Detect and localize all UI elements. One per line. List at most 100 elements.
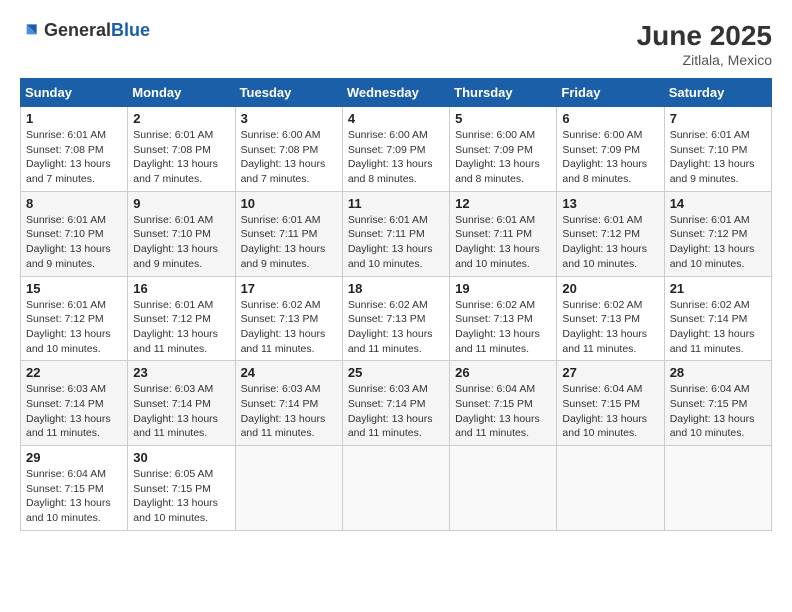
- calendar-cell: 22 Sunrise: 6:03 AM Sunset: 7:14 PM Dayl…: [21, 361, 128, 446]
- day-info: Sunrise: 6:04 AM Sunset: 7:15 PM Dayligh…: [670, 382, 766, 441]
- day-info: Sunrise: 6:01 AM Sunset: 7:12 PM Dayligh…: [133, 298, 229, 357]
- day-number: 29: [26, 450, 122, 465]
- calendar-cell: 26 Sunrise: 6:04 AM Sunset: 7:15 PM Dayl…: [450, 361, 557, 446]
- logo-blue: Blue: [111, 20, 150, 40]
- day-info: Sunrise: 6:01 AM Sunset: 7:12 PM Dayligh…: [26, 298, 122, 357]
- day-info: Sunrise: 6:01 AM Sunset: 7:12 PM Dayligh…: [562, 213, 658, 272]
- calendar-cell: 15 Sunrise: 6:01 AM Sunset: 7:12 PM Dayl…: [21, 276, 128, 361]
- calendar-week-row: 15 Sunrise: 6:01 AM Sunset: 7:12 PM Dayl…: [21, 276, 772, 361]
- day-number: 6: [562, 111, 658, 126]
- day-number: 22: [26, 365, 122, 380]
- calendar-cell: 11 Sunrise: 6:01 AM Sunset: 7:11 PM Dayl…: [342, 191, 449, 276]
- day-info: Sunrise: 6:01 AM Sunset: 7:11 PM Dayligh…: [455, 213, 551, 272]
- day-number: 2: [133, 111, 229, 126]
- calendar-cell: 25 Sunrise: 6:03 AM Sunset: 7:14 PM Dayl…: [342, 361, 449, 446]
- day-info: Sunrise: 6:03 AM Sunset: 7:14 PM Dayligh…: [241, 382, 337, 441]
- day-info: Sunrise: 6:00 AM Sunset: 7:09 PM Dayligh…: [348, 128, 444, 187]
- weekday-header-thursday: Thursday: [450, 79, 557, 107]
- calendar-week-row: 8 Sunrise: 6:01 AM Sunset: 7:10 PM Dayli…: [21, 191, 772, 276]
- calendar-cell: 24 Sunrise: 6:03 AM Sunset: 7:14 PM Dayl…: [235, 361, 342, 446]
- month-year-title: June 2025: [637, 20, 772, 52]
- day-info: Sunrise: 6:02 AM Sunset: 7:13 PM Dayligh…: [241, 298, 337, 357]
- calendar-cell: [342, 446, 449, 531]
- day-number: 12: [455, 196, 551, 211]
- day-info: Sunrise: 6:00 AM Sunset: 7:09 PM Dayligh…: [455, 128, 551, 187]
- day-info: Sunrise: 6:05 AM Sunset: 7:15 PM Dayligh…: [133, 467, 229, 526]
- calendar-table: SundayMondayTuesdayWednesdayThursdayFrid…: [20, 78, 772, 531]
- calendar-cell: [450, 446, 557, 531]
- calendar-cell: 12 Sunrise: 6:01 AM Sunset: 7:11 PM Dayl…: [450, 191, 557, 276]
- calendar-cell: 14 Sunrise: 6:01 AM Sunset: 7:12 PM Dayl…: [664, 191, 771, 276]
- logo-text: GeneralBlue: [44, 20, 150, 41]
- calendar-cell: 28 Sunrise: 6:04 AM Sunset: 7:15 PM Dayl…: [664, 361, 771, 446]
- calendar-cell: [557, 446, 664, 531]
- day-info: Sunrise: 6:01 AM Sunset: 7:10 PM Dayligh…: [26, 213, 122, 272]
- calendar-cell: 8 Sunrise: 6:01 AM Sunset: 7:10 PM Dayli…: [21, 191, 128, 276]
- day-info: Sunrise: 6:01 AM Sunset: 7:12 PM Dayligh…: [670, 213, 766, 272]
- day-number: 26: [455, 365, 551, 380]
- day-number: 28: [670, 365, 766, 380]
- calendar-cell: 21 Sunrise: 6:02 AM Sunset: 7:14 PM Dayl…: [664, 276, 771, 361]
- calendar-cell: 18 Sunrise: 6:02 AM Sunset: 7:13 PM Dayl…: [342, 276, 449, 361]
- day-info: Sunrise: 6:04 AM Sunset: 7:15 PM Dayligh…: [26, 467, 122, 526]
- day-number: 21: [670, 281, 766, 296]
- day-number: 5: [455, 111, 551, 126]
- day-info: Sunrise: 6:02 AM Sunset: 7:13 PM Dayligh…: [562, 298, 658, 357]
- day-number: 13: [562, 196, 658, 211]
- title-block: June 2025 Zitlala, Mexico: [637, 20, 772, 68]
- day-number: 7: [670, 111, 766, 126]
- day-info: Sunrise: 6:00 AM Sunset: 7:08 PM Dayligh…: [241, 128, 337, 187]
- calendar-cell: 30 Sunrise: 6:05 AM Sunset: 7:15 PM Dayl…: [128, 446, 235, 531]
- weekday-header-sunday: Sunday: [21, 79, 128, 107]
- calendar-cell: 9 Sunrise: 6:01 AM Sunset: 7:10 PM Dayli…: [128, 191, 235, 276]
- day-number: 15: [26, 281, 122, 296]
- day-number: 24: [241, 365, 337, 380]
- day-info: Sunrise: 6:01 AM Sunset: 7:10 PM Dayligh…: [133, 213, 229, 272]
- day-number: 9: [133, 196, 229, 211]
- calendar-cell: 27 Sunrise: 6:04 AM Sunset: 7:15 PM Dayl…: [557, 361, 664, 446]
- calendar-week-row: 29 Sunrise: 6:04 AM Sunset: 7:15 PM Dayl…: [21, 446, 772, 531]
- day-number: 4: [348, 111, 444, 126]
- day-number: 18: [348, 281, 444, 296]
- calendar-cell: [235, 446, 342, 531]
- day-info: Sunrise: 6:01 AM Sunset: 7:10 PM Dayligh…: [670, 128, 766, 187]
- day-number: 8: [26, 196, 122, 211]
- day-number: 16: [133, 281, 229, 296]
- calendar-cell: 16 Sunrise: 6:01 AM Sunset: 7:12 PM Dayl…: [128, 276, 235, 361]
- weekday-header-row: SundayMondayTuesdayWednesdayThursdayFrid…: [21, 79, 772, 107]
- day-number: 10: [241, 196, 337, 211]
- day-number: 1: [26, 111, 122, 126]
- page-header: GeneralBlue June 2025 Zitlala, Mexico: [20, 20, 772, 68]
- calendar-cell: 2 Sunrise: 6:01 AM Sunset: 7:08 PM Dayli…: [128, 107, 235, 192]
- day-info: Sunrise: 6:04 AM Sunset: 7:15 PM Dayligh…: [455, 382, 551, 441]
- day-info: Sunrise: 6:01 AM Sunset: 7:08 PM Dayligh…: [133, 128, 229, 187]
- logo-icon: [20, 21, 40, 41]
- day-number: 30: [133, 450, 229, 465]
- day-number: 17: [241, 281, 337, 296]
- location-subtitle: Zitlala, Mexico: [637, 52, 772, 68]
- day-info: Sunrise: 6:04 AM Sunset: 7:15 PM Dayligh…: [562, 382, 658, 441]
- day-info: Sunrise: 6:03 AM Sunset: 7:14 PM Dayligh…: [348, 382, 444, 441]
- day-number: 20: [562, 281, 658, 296]
- weekday-header-wednesday: Wednesday: [342, 79, 449, 107]
- day-info: Sunrise: 6:02 AM Sunset: 7:13 PM Dayligh…: [455, 298, 551, 357]
- calendar-cell: 7 Sunrise: 6:01 AM Sunset: 7:10 PM Dayli…: [664, 107, 771, 192]
- calendar-cell: 1 Sunrise: 6:01 AM Sunset: 7:08 PM Dayli…: [21, 107, 128, 192]
- logo-general: General: [44, 20, 111, 40]
- calendar-cell: 10 Sunrise: 6:01 AM Sunset: 7:11 PM Dayl…: [235, 191, 342, 276]
- day-number: 19: [455, 281, 551, 296]
- day-info: Sunrise: 6:00 AM Sunset: 7:09 PM Dayligh…: [562, 128, 658, 187]
- weekday-header-saturday: Saturday: [664, 79, 771, 107]
- day-info: Sunrise: 6:01 AM Sunset: 7:11 PM Dayligh…: [348, 213, 444, 272]
- calendar-cell: 19 Sunrise: 6:02 AM Sunset: 7:13 PM Dayl…: [450, 276, 557, 361]
- weekday-header-friday: Friday: [557, 79, 664, 107]
- day-number: 23: [133, 365, 229, 380]
- calendar-cell: [664, 446, 771, 531]
- calendar-week-row: 22 Sunrise: 6:03 AM Sunset: 7:14 PM Dayl…: [21, 361, 772, 446]
- day-info: Sunrise: 6:01 AM Sunset: 7:11 PM Dayligh…: [241, 213, 337, 272]
- day-info: Sunrise: 6:03 AM Sunset: 7:14 PM Dayligh…: [26, 382, 122, 441]
- day-info: Sunrise: 6:01 AM Sunset: 7:08 PM Dayligh…: [26, 128, 122, 187]
- day-info: Sunrise: 6:03 AM Sunset: 7:14 PM Dayligh…: [133, 382, 229, 441]
- calendar-cell: 17 Sunrise: 6:02 AM Sunset: 7:13 PM Dayl…: [235, 276, 342, 361]
- calendar-cell: 3 Sunrise: 6:00 AM Sunset: 7:08 PM Dayli…: [235, 107, 342, 192]
